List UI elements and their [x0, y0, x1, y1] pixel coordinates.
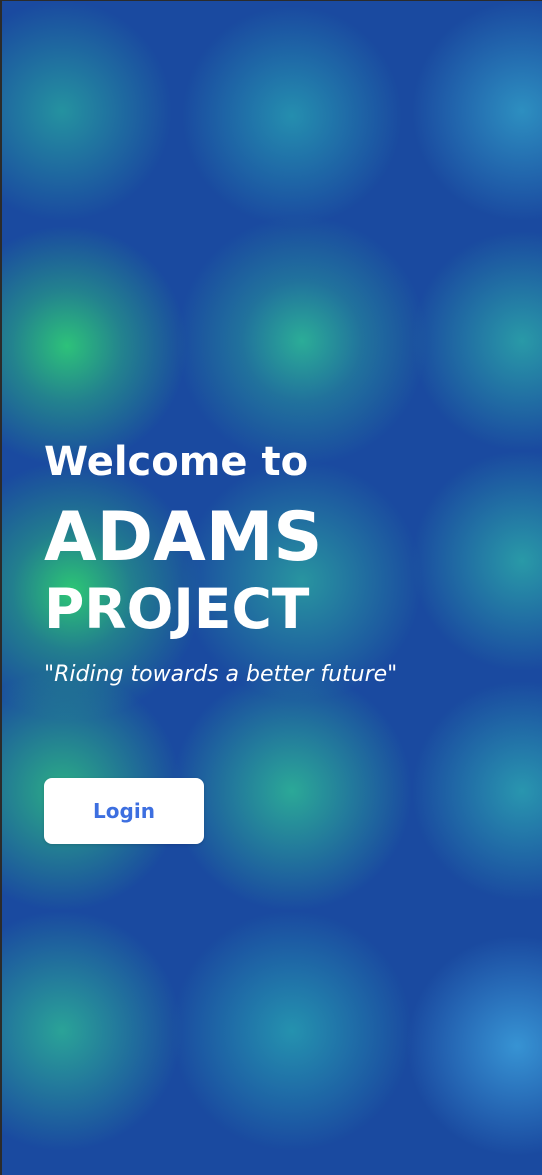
welcome-content: Welcome to ADAMS PROJECT "Riding towards… [44, 436, 522, 690]
welcome-heading: Welcome to [44, 439, 309, 485]
brand-title-line-2: PROJECT [44, 577, 310, 641]
tagline: "Riding towards a better future" [44, 662, 398, 687]
brand-title-line-1: ADAMS [44, 498, 323, 577]
login-button[interactable]: Login [44, 778, 204, 844]
welcome-screen: Welcome to ADAMS PROJECT "Riding towards… [0, 0, 542, 1175]
